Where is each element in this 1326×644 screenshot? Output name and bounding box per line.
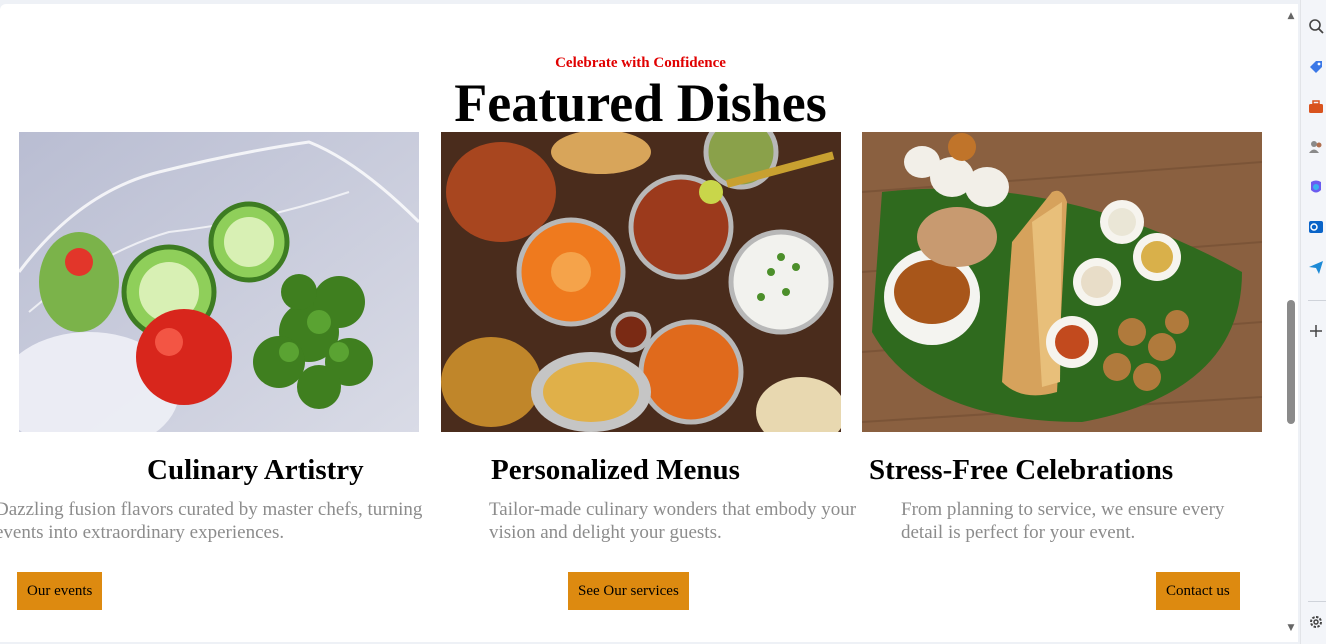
vertical-scrollbar[interactable]: ▲ ▼ (1284, 4, 1298, 642)
sidebar-divider (1308, 300, 1326, 301)
copilot-icon[interactable] (1308, 179, 1324, 195)
send-icon[interactable] (1308, 259, 1324, 275)
tag-icon[interactable] (1308, 59, 1324, 75)
contact-us-button[interactable]: Contact us (1156, 572, 1240, 610)
card-image-stress-free-celebrations (862, 132, 1262, 432)
card-image-personalized-menus (441, 132, 841, 432)
settings-icon[interactable] (1308, 614, 1324, 630)
add-icon[interactable] (1308, 323, 1324, 339)
browser-sidebar (1300, 0, 1326, 644)
page-title: Featured Dishes (454, 73, 827, 133)
our-events-button[interactable]: Our events (17, 572, 103, 610)
scroll-up-arrow-icon[interactable]: ▲ (1287, 12, 1295, 21)
card-description-culinary-artistry: Dazzling fusion flavors curated by maste… (0, 499, 423, 543)
briefcase-icon[interactable] (1308, 99, 1324, 115)
card-image-culinary-artistry (19, 132, 419, 432)
card-title-personalized-menus: Personalized Menus (491, 454, 740, 486)
card-description-personalized-menus: Tailor-made culinary wonders that embody… (489, 499, 857, 543)
sidebar-divider-bottom (1308, 601, 1326, 602)
card-title-stress-free-celebrations: Stress-Free Celebrations (869, 454, 1174, 486)
section-kicker: Celebrate with Confidence (555, 55, 726, 71)
people-icon[interactable] (1308, 139, 1324, 155)
card-title-culinary-artistry: Culinary Artistry (147, 454, 364, 486)
page-viewport: Celebrate with Confidence Featured Dishe… (0, 4, 1298, 642)
search-icon[interactable] (1308, 18, 1324, 34)
outlook-icon[interactable] (1308, 219, 1324, 235)
scrollbar-thumb[interactable] (1287, 300, 1295, 424)
scroll-down-arrow-icon[interactable]: ▼ (1287, 624, 1295, 633)
card-description-stress-free-celebrations: From planning to service, we ensure ever… (901, 499, 1225, 543)
see-our-services-button[interactable]: See Our services (568, 572, 689, 610)
